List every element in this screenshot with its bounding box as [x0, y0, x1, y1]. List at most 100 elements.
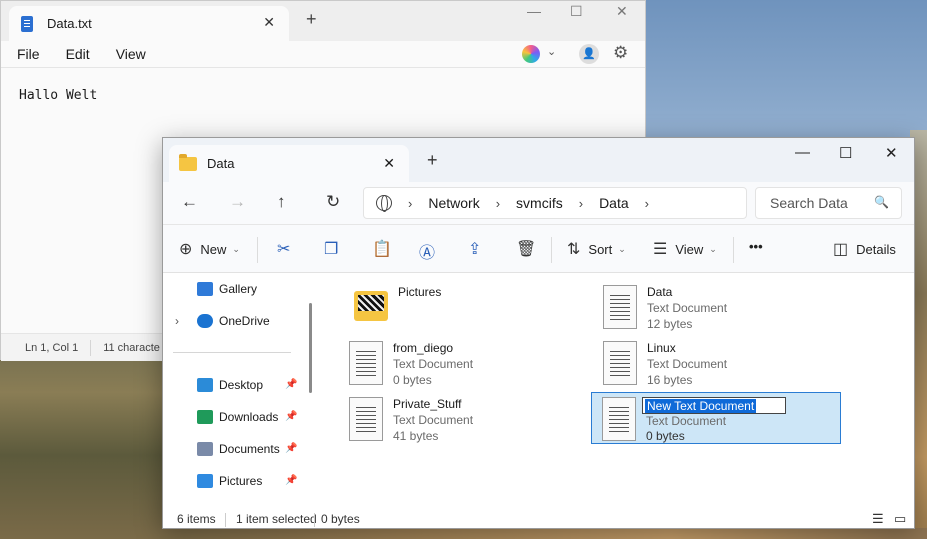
- chevron-down-icon: ⌄: [618, 243, 626, 254]
- sidebar-item-documents[interactable]: Documents 📌: [197, 442, 297, 456]
- cut-button[interactable]: ✂: [277, 239, 290, 259]
- desktop-icon: [197, 378, 213, 392]
- pictures-icon: [197, 474, 213, 488]
- chevron-down-icon: ⌄: [709, 243, 717, 254]
- explorer-statusbar: 6 items 1 item selected 0 bytes ☰ ▭: [163, 509, 914, 528]
- up-arrow-icon[interactable]: ↑: [277, 192, 286, 212]
- details-button-label: Details: [856, 241, 896, 257]
- notepad-tab[interactable]: Data.txt ✕: [9, 6, 289, 41]
- sort-button[interactable]: ⇅ Sort ⌄: [567, 239, 626, 259]
- sidebar-item-label: Documents: [219, 442, 280, 456]
- item-count: 6 items: [177, 512, 216, 526]
- close-tab-icon[interactable]: ✕: [383, 155, 395, 172]
- address-bar[interactable]: › Network › svmcifs › Data ›: [363, 187, 747, 219]
- details-button[interactable]: ◫ Details: [833, 239, 896, 259]
- sort-button-label: Sort: [588, 241, 613, 257]
- explorer-window: Data ✕ + — ☐ ✕ ← → ↑ ↻ › Network › svmci…: [162, 137, 915, 529]
- chevron-down-icon[interactable]: ⌄: [547, 45, 556, 58]
- chevron-right-icon[interactable]: ›: [175, 314, 179, 328]
- desktop-wallpaper: [0, 330, 170, 539]
- sidebar-item-label: Desktop: [219, 378, 264, 392]
- minimize-icon[interactable]: —: [795, 144, 810, 161]
- close-tab-icon[interactable]: ✕: [263, 14, 275, 31]
- menu-view[interactable]: View: [116, 46, 146, 62]
- minimize-icon[interactable]: —: [527, 3, 541, 19]
- folder-icon: [354, 291, 388, 321]
- more-options-button[interactable]: •••: [749, 239, 763, 254]
- new-tab-icon[interactable]: +: [306, 9, 317, 30]
- file-size: 16 bytes: [647, 373, 693, 387]
- breadcrumb-svmcifs[interactable]: svmcifs: [516, 195, 563, 211]
- file-item-pictures[interactable]: Pictures: [344, 281, 594, 333]
- file-name: Pictures: [398, 285, 442, 299]
- copilot-icon[interactable]: [522, 45, 540, 63]
- notepad-content: Hallo Welt: [19, 88, 98, 103]
- desktop-wallpaper-bottom: [160, 528, 927, 539]
- copy-button[interactable]: ❐: [324, 239, 338, 259]
- details-view-icon[interactable]: ☰: [872, 511, 884, 527]
- paste-button[interactable]: 📋: [372, 239, 392, 259]
- file-size: 12 bytes: [647, 317, 693, 331]
- file-type: Text Document: [647, 357, 728, 371]
- file-size: 0 bytes: [393, 373, 432, 387]
- notepad-tab-title: Data.txt: [47, 16, 92, 31]
- file-size: 0 bytes: [646, 428, 685, 443]
- file-type: Text Document: [393, 413, 474, 427]
- tiles-view-icon[interactable]: ▭: [894, 511, 906, 527]
- selection-size: 0 bytes: [321, 512, 360, 526]
- pin-icon[interactable]: 📌: [285, 443, 297, 454]
- sidebar-item-pictures[interactable]: Pictures 📌: [197, 474, 297, 488]
- sidebar-item-onedrive[interactable]: OneDrive: [197, 314, 270, 328]
- share-button[interactable]: ⇪: [468, 239, 481, 259]
- new-button[interactable]: ⊕ New ⌄: [179, 239, 240, 259]
- breadcrumb-separator-icon[interactable]: ›: [579, 196, 583, 211]
- status-divider: [314, 513, 315, 527]
- view-icon: ☰: [653, 241, 668, 258]
- clipboard-icon: 📋: [372, 241, 392, 258]
- file-item-data[interactable]: Data Text Document 12 bytes: [593, 281, 843, 333]
- breadcrumb-separator-icon[interactable]: ›: [408, 196, 412, 211]
- sidebar-scrollbar[interactable]: [309, 303, 312, 393]
- copy-icon: ❐: [324, 241, 339, 258]
- text-file-icon: [603, 341, 637, 385]
- sidebar-item-desktop[interactable]: Desktop 📌: [197, 378, 297, 392]
- pin-icon[interactable]: 📌: [285, 411, 297, 422]
- breadcrumb-data[interactable]: Data: [599, 195, 629, 211]
- menu-file[interactable]: File: [17, 46, 40, 62]
- file-item-from-diego[interactable]: from_diego Text Document 0 bytes: [339, 337, 589, 389]
- breadcrumb-separator-icon[interactable]: ›: [645, 196, 649, 211]
- view-button[interactable]: ☰ View ⌄: [653, 239, 717, 259]
- search-placeholder: Search Data: [770, 195, 848, 211]
- command-divider: [257, 237, 258, 263]
- close-icon[interactable]: ✕: [616, 3, 628, 20]
- close-icon[interactable]: ✕: [885, 144, 898, 162]
- maximize-icon[interactable]: ☐: [839, 144, 852, 162]
- rename-input[interactable]: New Text Document: [642, 397, 786, 414]
- pin-icon[interactable]: 📌: [285, 379, 297, 390]
- character-count: 11 characte: [103, 341, 160, 354]
- account-icon[interactable]: 👤: [579, 44, 599, 64]
- file-item-linux[interactable]: Linux Text Document 16 bytes: [593, 337, 843, 389]
- sidebar-item-gallery[interactable]: Gallery: [197, 282, 257, 296]
- delete-button[interactable]: 🗑: [516, 239, 536, 259]
- back-arrow-icon[interactable]: ←: [181, 192, 198, 212]
- explorer-tab[interactable]: Data ✕: [169, 145, 409, 182]
- refresh-icon[interactable]: ↻: [326, 192, 340, 212]
- menu-edit[interactable]: Edit: [66, 46, 90, 62]
- file-item-private-stuff[interactable]: Private_Stuff Text Document 41 bytes: [339, 393, 589, 445]
- sidebar-item-label: Gallery: [219, 282, 258, 296]
- new-tab-icon[interactable]: +: [427, 150, 438, 171]
- search-input[interactable]: Search Data 🔍: [755, 187, 902, 219]
- pin-icon[interactable]: 📌: [285, 475, 297, 486]
- gear-icon[interactable]: ⚙: [613, 43, 628, 63]
- sidebar-item-downloads[interactable]: Downloads 📌: [197, 410, 297, 424]
- breadcrumb-separator-icon[interactable]: ›: [496, 196, 500, 211]
- file-size: 41 bytes: [393, 429, 439, 443]
- forward-arrow-icon[interactable]: →: [229, 192, 246, 212]
- view-button-label: View: [675, 241, 704, 257]
- maximize-icon[interactable]: ☐: [570, 3, 583, 20]
- details-pane-icon: ◫: [833, 241, 849, 258]
- breadcrumb-network[interactable]: Network: [428, 195, 479, 211]
- rename-button[interactable]: Ⓐ: [419, 239, 435, 263]
- file-item-new-text-document[interactable]: New Text Document Text Document 0 bytes: [591, 392, 841, 444]
